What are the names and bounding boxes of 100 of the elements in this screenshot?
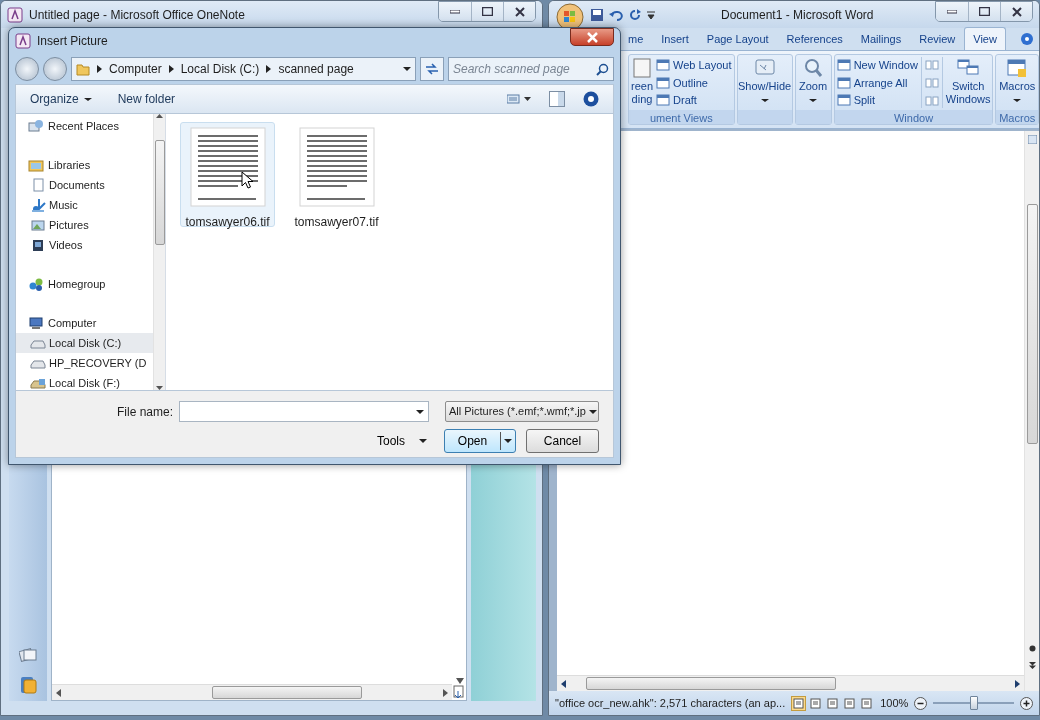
redo-icon[interactable] xyxy=(629,8,641,21)
computer-icon xyxy=(28,316,44,330)
cancel-button[interactable]: Cancel xyxy=(526,429,599,453)
pictures-icon xyxy=(30,218,46,232)
ribbon-button[interactable]: Split xyxy=(836,92,918,109)
nav-item[interactable]: Local Disk (F:) xyxy=(16,373,153,390)
minimize-icon xyxy=(947,9,957,14)
customize-icon[interactable] xyxy=(647,10,655,19)
undo-icon[interactable] xyxy=(609,8,623,21)
nav-item[interactable]: Computer xyxy=(16,313,153,333)
view-button[interactable] xyxy=(808,695,824,711)
toolbar-button[interactable]: New folder xyxy=(117,90,176,108)
ribbon-button[interactable]: Arrange All xyxy=(836,74,918,91)
maximize-button[interactable] xyxy=(471,2,503,21)
horizontal-scrollbar[interactable] xyxy=(52,684,452,700)
vertical-scrollbar[interactable] xyxy=(1024,131,1039,691)
nav-item[interactable]: Local Disk (C:) xyxy=(16,333,153,353)
status-text: "office ocr_new.ahk": 2,571 characters (an ap... xyxy=(555,695,786,711)
ruler-icon[interactable] xyxy=(1027,135,1037,144)
view-icon xyxy=(656,58,671,73)
close-icon xyxy=(586,31,598,43)
scrollbar-thumb[interactable] xyxy=(212,686,362,699)
horizontal-scrollbar[interactable] xyxy=(557,675,1024,691)
nav-item[interactable]: HP_RECOVERY (D xyxy=(16,353,153,373)
zoom-level[interactable]: 100% xyxy=(880,694,909,712)
forward-button[interactable] xyxy=(43,57,67,81)
nav-item[interactable]: Libraries xyxy=(16,155,153,175)
help-icon[interactable] xyxy=(583,91,599,107)
view-button[interactable] xyxy=(842,695,858,711)
scrollbar-thumb[interactable] xyxy=(154,139,165,245)
close-button[interactable] xyxy=(1000,2,1032,21)
scroll-left-arrow-icon[interactable] xyxy=(56,688,61,697)
nav-item[interactable]: Documents xyxy=(16,175,153,195)
view-button[interactable] xyxy=(859,695,875,711)
toolbar-button[interactable]: Organize xyxy=(30,90,92,108)
slider-thumb[interactable] xyxy=(969,696,978,710)
close-button[interactable] xyxy=(570,28,614,46)
ribbon-tab[interactable]: View xyxy=(964,26,1006,50)
breadcrumb[interactable]: scanned page xyxy=(278,60,354,78)
nav-item[interactable]: Pictures xyxy=(16,215,153,235)
nav-item[interactable]: Videos xyxy=(16,235,153,255)
open-button[interactable]: Open xyxy=(444,429,516,453)
full-screen-reading-button[interactable]: reen ding xyxy=(631,57,654,108)
ribbon-tab[interactable]: Insert xyxy=(652,26,698,50)
ribbon-tab[interactable]: Mailings xyxy=(851,26,911,50)
nav-item[interactable]: Music xyxy=(16,195,153,215)
refresh-button[interactable] xyxy=(420,57,444,81)
file-item[interactable]: tomsawyer06.tif xyxy=(180,122,275,227)
zoom-in-icon[interactable] xyxy=(1020,696,1033,710)
ribbon-button[interactable]: Draft xyxy=(656,92,732,109)
help-icon[interactable] xyxy=(1021,33,1033,45)
nav-item[interactable]: Homegroup xyxy=(16,274,153,294)
window-sync-icon[interactable] xyxy=(924,76,939,90)
preview-pane-icon[interactable] xyxy=(549,91,565,107)
nav-item[interactable]: Recent Places xyxy=(16,116,153,136)
file-name-field[interactable] xyxy=(179,401,429,422)
file-item[interactable]: tomsawyer07.tif xyxy=(289,122,384,227)
address-bar[interactable]: Computer Local Disk (C:) scanned page xyxy=(71,57,416,81)
scroll-down-arrow-icon[interactable] xyxy=(456,678,464,684)
view-button[interactable] xyxy=(791,695,807,711)
vertical-scrollbar[interactable] xyxy=(153,114,165,390)
search-icon xyxy=(596,62,609,76)
breadcrumb[interactable]: Local Disk (C:) xyxy=(180,60,260,78)
scroll-left-arrow-icon[interactable] xyxy=(561,679,566,688)
ribbon-button[interactable]: New Window xyxy=(836,57,918,74)
view-options-icon[interactable] xyxy=(507,93,531,105)
file-type-dropdown[interactable]: All Pictures (*.emf;*.wmf;*.jp xyxy=(445,401,599,422)
maximize-button[interactable] xyxy=(968,2,1000,21)
ribbon-button[interactable]: Zoom xyxy=(797,57,829,108)
scroll-right-arrow-icon[interactable] xyxy=(443,688,448,697)
zoom-out-icon[interactable] xyxy=(914,696,928,710)
refresh-icon xyxy=(425,63,439,75)
tools-button[interactable]: Tools xyxy=(372,429,432,453)
ribbon-tab[interactable]: Page Layout xyxy=(697,26,778,50)
scroll-down-arrow-icon[interactable] xyxy=(156,386,163,390)
recent-places-icon xyxy=(28,119,44,133)
breadcrumb[interactable]: Computer xyxy=(109,60,162,78)
window-sync-icon[interactable] xyxy=(924,58,939,72)
chevron-icon xyxy=(266,65,272,73)
new-page-icon[interactable] xyxy=(452,685,466,699)
ribbon-tab[interactable]: me xyxy=(619,26,653,50)
back-button[interactable] xyxy=(15,57,39,81)
ribbon-button[interactable]: Macros xyxy=(998,57,1036,108)
scroll-up-arrow-icon[interactable] xyxy=(156,114,163,118)
view-button[interactable] xyxy=(825,695,841,711)
ribbon-tab[interactable]: Review xyxy=(910,26,965,50)
window-sync-icon[interactable] xyxy=(924,94,939,108)
ribbon-button[interactable]: Show/Hide xyxy=(739,57,790,108)
videos-icon xyxy=(30,238,46,252)
scroll-right-arrow-icon[interactable] xyxy=(1015,679,1020,688)
maximize-icon xyxy=(979,7,990,16)
next-page-icon[interactable] xyxy=(1028,662,1036,669)
close-button[interactable] xyxy=(503,2,535,21)
browse-object-icon[interactable] xyxy=(1028,645,1036,652)
ribbon-button[interactable]: Outline xyxy=(656,74,732,91)
ribbon-button[interactable]: Web Layout xyxy=(656,57,732,74)
ribbon-tab[interactable]: References xyxy=(777,26,852,50)
scrollbar-thumb[interactable] xyxy=(586,677,836,690)
scrollbar-thumb[interactable] xyxy=(1026,204,1038,444)
save-icon[interactable] xyxy=(591,8,603,21)
